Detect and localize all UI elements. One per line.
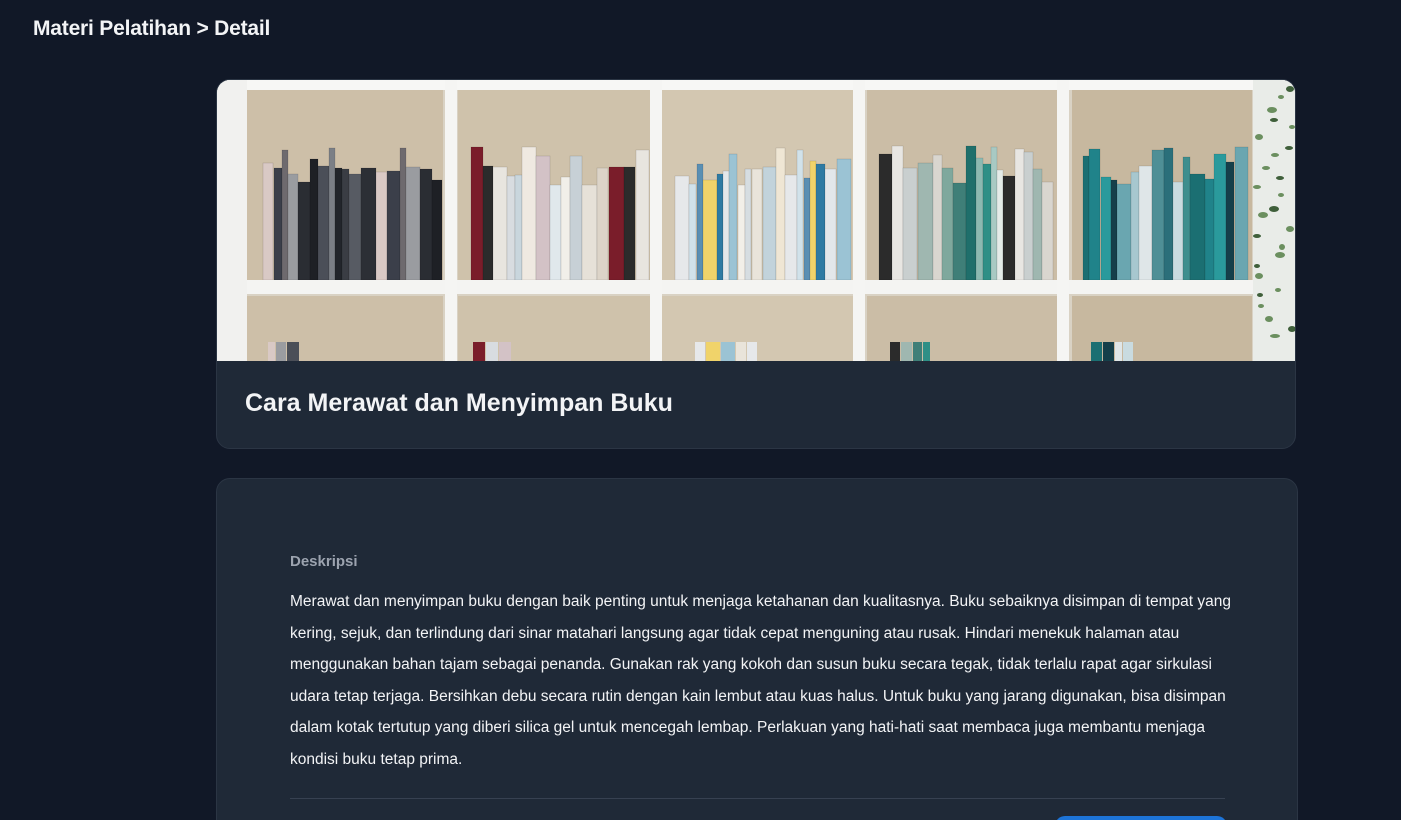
- material-header-card: Cara Merawat dan Menyimpan Buku: [216, 79, 1296, 449]
- page: Materi Pelatihan > Detail Cara Merawat d…: [0, 0, 1401, 820]
- action-button[interactable]: [1055, 816, 1227, 820]
- material-title: Cara Merawat dan Menyimpan Buku: [245, 389, 673, 417]
- bookshelf-image: [217, 80, 1295, 361]
- description-text: Merawat dan menyimpan buku dengan baik p…: [290, 593, 1231, 768]
- page-title: Materi Pelatihan > Detail: [33, 17, 271, 40]
- divider: [290, 798, 1225, 799]
- description-card: Deskripsi Merawat dan menyimpan buku den…: [216, 478, 1298, 820]
- description-label: Deskripsi: [290, 553, 358, 570]
